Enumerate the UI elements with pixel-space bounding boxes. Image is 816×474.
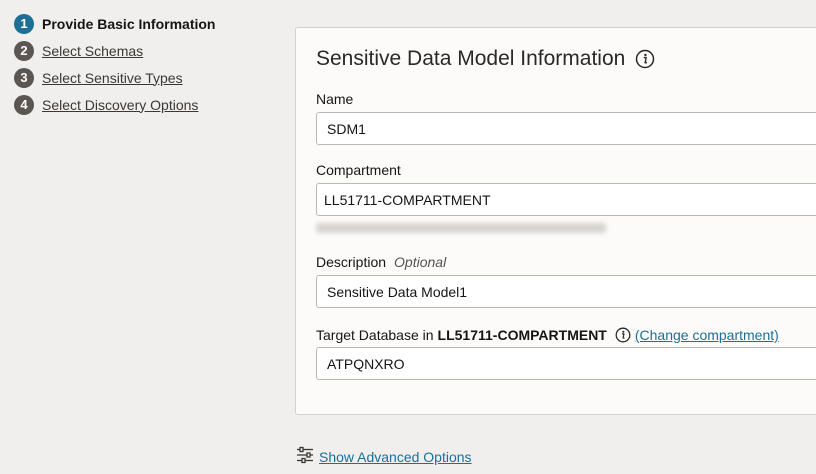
panel-title: Sensitive Data Model Information xyxy=(316,47,655,71)
description-field[interactable]: Sensitive Data Model1 xyxy=(316,275,816,308)
description-label-text: Description xyxy=(316,254,387,270)
step-select-discovery-options[interactable]: 4 Select Discovery Options xyxy=(14,91,215,118)
target-database-select[interactable]: ATPQNXRO xyxy=(316,347,816,380)
info-icon[interactable] xyxy=(615,327,631,343)
step-basic-information[interactable]: 1 Provide Basic Information xyxy=(14,10,215,37)
step-number: 1 xyxy=(14,13,34,34)
target-database-label: Target Database in LL51711-COMPARTMENT (… xyxy=(316,327,779,343)
step-number: 3 xyxy=(14,67,34,88)
step-select-sensitive-types[interactable]: 3 Select Sensitive Types xyxy=(14,64,215,91)
step-label[interactable]: Select Sensitive Types xyxy=(42,70,183,86)
step-label[interactable]: Select Schemas xyxy=(42,43,143,59)
step-number: 4 xyxy=(14,94,34,115)
optional-tag: Optional xyxy=(394,254,447,270)
step-label: Provide Basic Information xyxy=(42,15,216,32)
target-database-compartment: LL51711-COMPARTMENT xyxy=(437,327,607,343)
step-number: 2 xyxy=(14,40,34,61)
wizard-steps: 1 Provide Basic Information 2 Select Sch… xyxy=(14,10,215,118)
description-label: Description Optional xyxy=(316,254,446,270)
step-select-schemas[interactable]: 2 Select Schemas xyxy=(14,37,215,64)
target-database-label-prefix: Target Database in xyxy=(316,327,434,343)
sdm-info-panel: Sensitive Data Model Information Name SD… xyxy=(295,27,816,415)
compartment-ocid-redacted xyxy=(316,223,606,233)
compartment-select[interactable]: LL51711-COMPARTMENT xyxy=(316,183,816,216)
step-label[interactable]: Select Discovery Options xyxy=(42,97,198,113)
info-icon[interactable] xyxy=(635,49,655,69)
change-compartment-link[interactable]: (Change compartment) xyxy=(635,327,779,343)
name-label: Name xyxy=(316,91,354,107)
sliders-icon xyxy=(296,446,314,467)
advanced-options-toggle[interactable]: Show Advanced Options xyxy=(296,446,472,467)
name-field[interactable]: SDM1 xyxy=(316,112,816,145)
compartment-label: Compartment xyxy=(316,162,401,178)
panel-title-text: Sensitive Data Model Information xyxy=(316,47,626,70)
show-advanced-options-link[interactable]: Show Advanced Options xyxy=(319,449,472,465)
